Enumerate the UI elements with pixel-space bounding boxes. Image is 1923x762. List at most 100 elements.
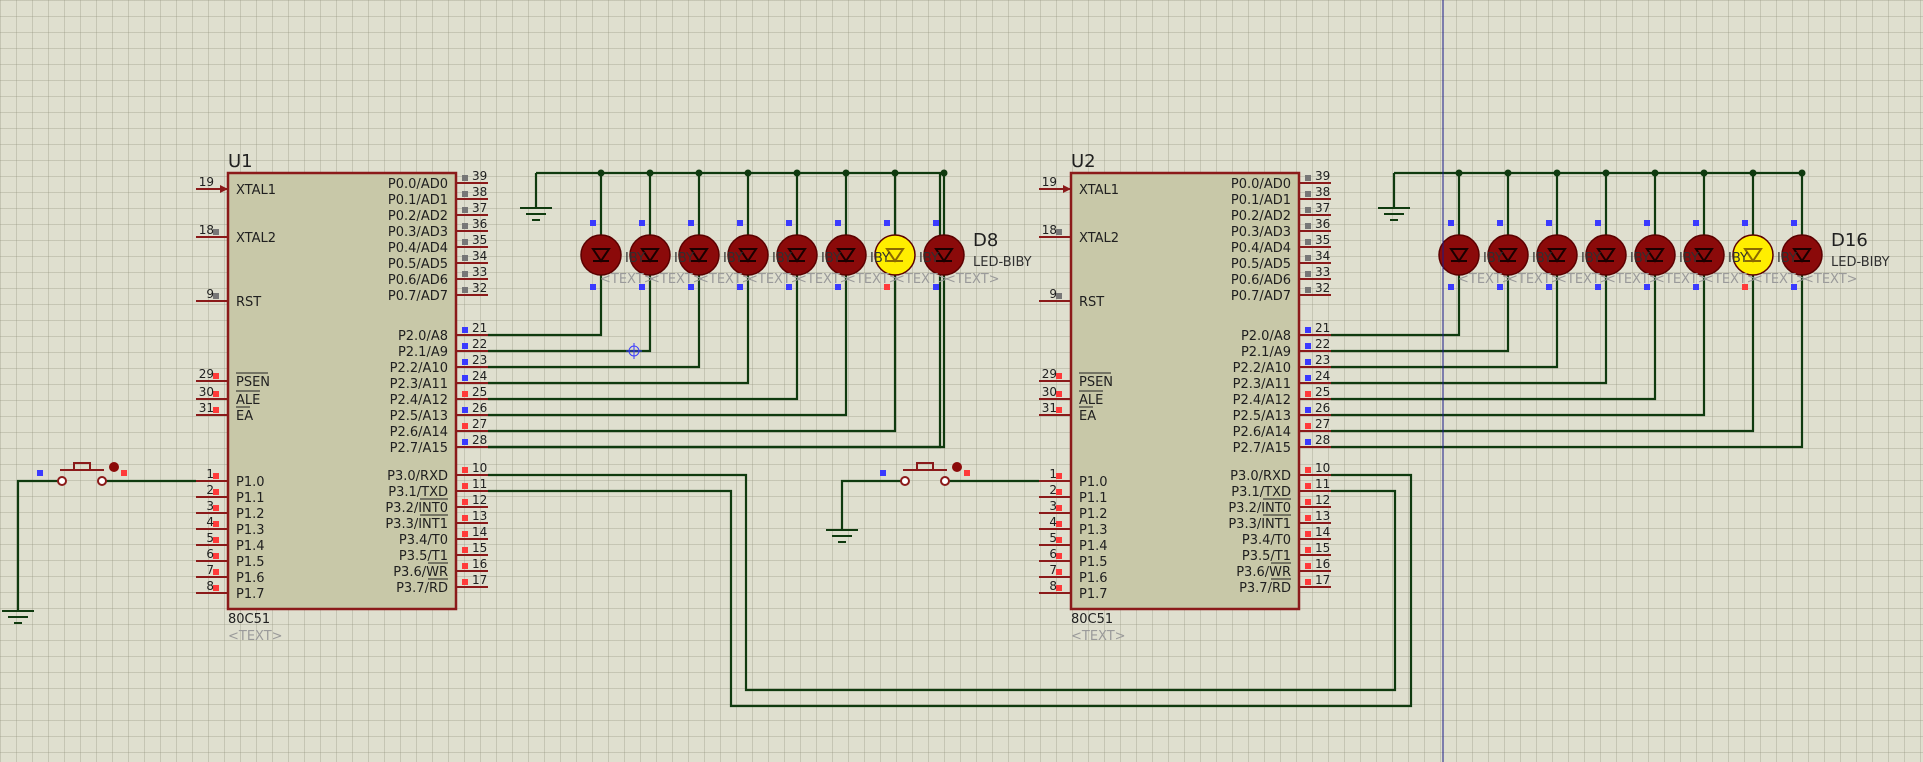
pin-number: 34 [1315,249,1330,263]
pin-number: 22 [472,337,487,351]
pin-name: P3.5/T1 [1242,549,1291,564]
pin-name: P3.7/RD [396,581,448,596]
pin-number: 6 [206,547,214,561]
pin-marker [1305,391,1311,397]
pin-name: P1.0 [236,475,265,490]
pin-number: 21 [472,321,487,335]
led-part-fragment: IBY [625,251,645,266]
pin-number: 16 [1315,557,1330,571]
led-text-placeholder: <TEXT> [1654,272,1709,287]
button-contact-right [940,476,950,486]
pin-name: P0.5/AD5 [1231,257,1291,272]
pin-marker [462,515,468,521]
pin-marker [462,423,468,429]
pin-number: 9 [1049,287,1057,301]
led-text-placeholder: <TEXT> [1703,272,1758,287]
pin-number: 39 [1315,169,1330,183]
pin-number: 30 [199,385,214,399]
pin-number: 37 [1315,201,1330,215]
led-part-fragment: IBY [1777,251,1797,266]
chip-ref-label: U2 [1071,151,1096,172]
pin-number: 29 [199,367,214,381]
pin-number: 19 [199,175,214,189]
button1-ground-wire [16,479,62,611]
pin-number: 10 [1315,461,1330,475]
pin-marker-blue [590,220,596,226]
pin-marker [1305,483,1311,489]
pin-name: P0.2/AD2 [1231,209,1291,224]
pin-marker [462,483,468,489]
led-part-fragment: IBY [1679,251,1699,266]
pin-name: P2.7/A15 [1233,441,1291,456]
pin-name: P2.6/A14 [1233,425,1291,440]
pin-marker [462,271,468,277]
pin-marker [462,407,468,413]
pin-marker [1305,531,1311,537]
pin-number: 37 [472,201,487,215]
schematic-canvas[interactable]: U180C51<TEXT>19XTAL118XTAL29RST29PSEN30A… [0,0,1923,762]
pin-name: RST [1079,295,1104,310]
pin-name: P3.5/T1 [399,549,448,564]
pin-number: 23 [472,353,487,367]
pin-marker-blue [884,220,890,226]
pin-number: 31 [1042,401,1057,415]
led-body[interactable] [580,234,622,276]
pin-number: 26 [472,401,487,415]
pin-name: P2.0/A8 [1241,329,1291,344]
pin-number: 17 [472,573,487,587]
pin-name: P3.2/INT0 [1228,501,1291,516]
pin-marker-blue [1595,220,1601,226]
pin-name: P2.2/A10 [390,361,448,376]
pin-name: P1.4 [236,539,265,554]
pin-number: 3 [206,499,214,513]
pin-marker [462,563,468,569]
pin-number: 21 [1315,321,1330,335]
pin-name: P0.6/AD6 [1231,273,1291,288]
pin-number: 17 [1315,573,1330,587]
pin-name: P0.4/AD4 [1231,241,1291,256]
led-text-placeholder: <TEXT> [1507,272,1562,287]
chip-text-placeholder: <TEXT> [1071,629,1126,644]
led-icon[interactable] [1438,234,1480,276]
pin-number: 25 [1315,385,1330,399]
pin-name: P0.3/AD3 [1231,225,1291,240]
pin-name: ALE [1079,393,1103,408]
led-text-placeholder: <TEXT> [1605,272,1660,287]
pin-number: 2 [206,483,214,497]
button-contact-left [57,476,67,486]
pin-marker-blue [688,220,694,226]
led-text-placeholder: <TEXT> [796,272,851,287]
pin-name: P0.1/AD1 [1231,193,1291,208]
pin-marker-blue [786,220,792,226]
pin-name: P3.7/RD [1239,581,1291,596]
pin-marker [462,239,468,245]
pin-number: 39 [472,169,487,183]
led-body[interactable] [1438,234,1480,276]
pin-marker [462,327,468,333]
pin-name: P1.6 [1079,571,1108,586]
pin-number: 34 [472,249,487,263]
pin-name: P3.1/TXD [1231,485,1291,500]
pin-number: 35 [1315,233,1330,247]
pin-marker [1305,439,1311,445]
ground-icon [2,610,34,624]
led-part-fragment: IBY [919,251,939,266]
chip-part-label: 80C51 [1071,612,1113,627]
pin-name: PSEN [1079,375,1113,390]
pin-marker [462,207,468,213]
pin-number: 27 [472,417,487,431]
led-cathode-wire [1331,275,1755,433]
u1-p27-to-bus [488,173,942,449]
pin-marker [462,359,468,365]
pin-marker [462,499,468,505]
led-part-fragment: IBY [821,251,841,266]
pin-name: P3.4/T0 [1242,533,1291,548]
led-part-fragment: IBY [674,251,694,266]
pin-name: XTAL1 [236,183,276,198]
pin-name: P0.5/AD5 [388,257,448,272]
led-part-fragment: IBY [870,251,890,266]
led-icon[interactable] [580,234,622,276]
ground-icon [520,207,552,221]
led-text-placeholder: <TEXT> [1556,272,1611,287]
pin-name: P1.7 [1079,587,1108,602]
